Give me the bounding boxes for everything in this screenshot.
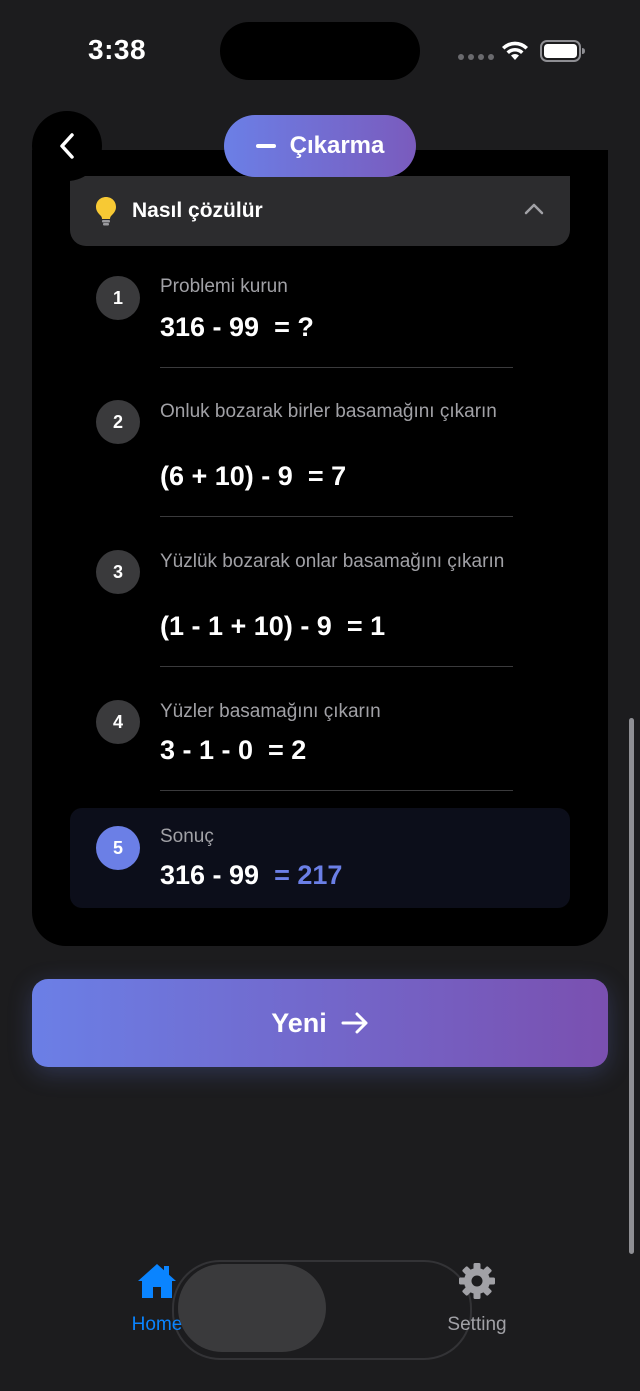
- chevron-up-icon[interactable]: [524, 202, 544, 216]
- step-number-badge: 2: [96, 400, 140, 444]
- wifi-icon: [502, 41, 528, 60]
- step-description: Onluk bozarak birler basamağını çıkarın: [160, 401, 497, 422]
- result-label: Sonuç: [160, 826, 214, 847]
- result-value: = 217: [274, 860, 343, 890]
- step-equation: 316 - 99 = ?: [160, 312, 314, 342]
- step-equation: (6 + 10) - 9 = 7: [160, 461, 347, 491]
- step-number-badge: 4: [96, 700, 140, 744]
- chevron-left-icon: [60, 133, 74, 159]
- screen: 3:38 Çıkarma Nasıl çözülür 1 Problemi ku…: [0, 0, 640, 1391]
- status-time: 3:38: [88, 34, 147, 65]
- step-divider: [160, 516, 513, 517]
- step-number-badge: 1: [96, 276, 140, 320]
- step-description: Problemi kurun: [160, 276, 288, 297]
- step-equation: 3 - 1 - 0 = 2: [160, 735, 307, 765]
- scrollbar[interactable]: [629, 718, 634, 1254]
- result-expression: 316 - 99: [160, 860, 260, 890]
- how-to-solve-title: Nasıl çözülür: [132, 199, 263, 222]
- step-description: Yüzlük bozarak onlar basamağını çıkarın: [160, 551, 505, 572]
- step-divider: [160, 367, 513, 368]
- home-icon: [138, 1264, 176, 1298]
- lightbulb-icon: [96, 197, 116, 226]
- tab-selection-knob: [178, 1264, 326, 1352]
- step-equation: (1 - 1 + 10) - 9 = 1: [160, 611, 386, 641]
- tab-setting-label: Setting: [447, 1314, 507, 1335]
- gear-icon: [459, 1263, 495, 1299]
- new-button-label: Yeni: [271, 1007, 327, 1038]
- step-number-badge: 3: [96, 550, 140, 594]
- tab-setting[interactable]: Setting: [438, 1262, 516, 1336]
- step-divider: [160, 790, 513, 791]
- arrow-right-icon: [341, 1012, 368, 1034]
- dynamic-island: [220, 22, 420, 80]
- battery-icon: [540, 40, 585, 62]
- operation-title: Çıkarma: [289, 132, 385, 159]
- result-equation: 316 - 99 = 217: [160, 860, 342, 891]
- back-button[interactable]: [32, 111, 102, 181]
- operation-title-pill[interactable]: Çıkarma: [224, 115, 416, 177]
- how-to-solve-header[interactable]: Nasıl çözülür: [70, 176, 570, 246]
- signal-icon: [458, 54, 494, 60]
- step-divider: [160, 666, 513, 667]
- step-number-badge: 5: [96, 826, 140, 870]
- tab-home-label: Home: [131, 1314, 183, 1335]
- minus-icon: [255, 144, 276, 148]
- new-problem-button[interactable]: Yeni: [32, 979, 608, 1067]
- step-description: Yüzler basamağını çıkarın: [160, 701, 381, 722]
- result-box: [70, 808, 570, 908]
